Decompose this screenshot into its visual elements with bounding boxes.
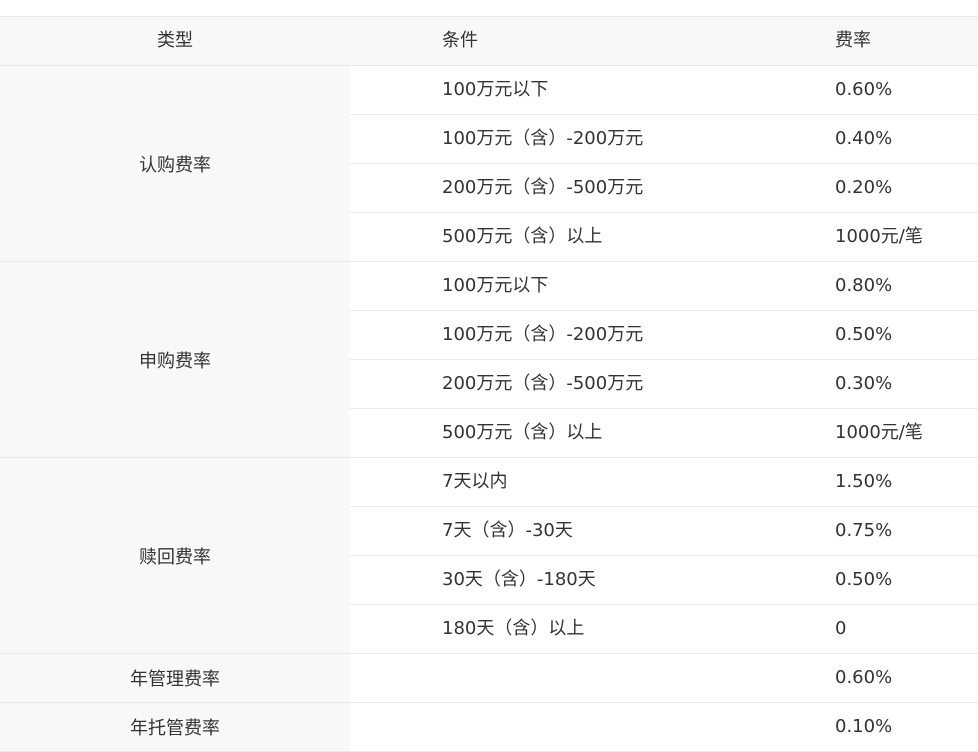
condition-cell: 180天（含）以上 (442, 618, 585, 639)
condition-cell: 7天（含）-30天 (442, 520, 573, 541)
table-row: 30天（含）-180天 0.50% (350, 556, 978, 605)
fee-group-purchase: 申购费率 100万元以下 0.80% 100万元（含）-200万元 0.50% … (0, 262, 978, 458)
table-row: 180天（含）以上 0 (350, 605, 978, 653)
header-type: 类型 (0, 17, 350, 65)
table-row: 500万元（含）以上 1000元/笔 (350, 409, 978, 457)
fee-group-custody: 年托管费率 0.10% (0, 703, 978, 752)
table-row: 7天以内 1.50% (350, 458, 978, 507)
condition-cell: 100万元（含）-200万元 (442, 128, 644, 149)
condition-cell: 500万元（含）以上 (442, 226, 603, 247)
rate-cell: 0.60% (835, 79, 893, 100)
rate-cell: 1000元/笔 (835, 422, 923, 443)
table-row: 0.10% (350, 703, 978, 751)
table-row: 100万元（含）-200万元 0.50% (350, 311, 978, 360)
rate-cell: 1000元/笔 (835, 226, 923, 247)
condition-cell: 7天以内 (442, 471, 508, 492)
rate-cell: 0.80% (835, 275, 893, 296)
table-row: 200万元（含）-500万元 0.20% (350, 164, 978, 213)
rate-cell: 0 (835, 618, 847, 639)
rate-cell: 0.75% (835, 520, 893, 541)
fee-group-redemption: 赎回费率 7天以内 1.50% 7天（含）-30天 0.75% 30天（含）-1… (0, 458, 978, 654)
condition-cell: 100万元以下 (442, 275, 549, 296)
fee-table: 类型 条件 费率 认购费率 100万元以下 0.60% 100万元（含）-200… (0, 16, 978, 752)
fee-group-subscription: 认购费率 100万元以下 0.60% 100万元（含）-200万元 0.40% … (0, 66, 978, 262)
condition-cell: 30天（含）-180天 (442, 569, 596, 590)
fee-type-label: 申购费率 (0, 262, 350, 457)
fee-group-management: 年管理费率 0.60% (0, 654, 978, 703)
header-condition: 条件 (442, 30, 478, 51)
condition-cell: 100万元（含）-200万元 (442, 324, 644, 345)
rate-cell: 0.10% (835, 716, 893, 737)
table-row: 200万元（含）-500万元 0.30% (350, 360, 978, 409)
fee-type-label: 年托管费率 (0, 703, 350, 751)
condition-cell: 200万元（含）-500万元 (442, 373, 644, 394)
rate-cell: 1.50% (835, 471, 893, 492)
rate-cell: 0.50% (835, 569, 893, 590)
table-row: 0.60% (350, 654, 978, 702)
fee-type-label: 认购费率 (0, 66, 350, 261)
table-row: 100万元以下 0.60% (350, 66, 978, 115)
table-header: 类型 条件 费率 (0, 17, 978, 66)
fee-type-label: 年管理费率 (0, 654, 350, 702)
rate-cell: 0.60% (835, 667, 893, 688)
fee-type-label: 赎回费率 (0, 458, 350, 653)
rate-cell: 0.20% (835, 177, 893, 198)
condition-cell: 500万元（含）以上 (442, 422, 603, 443)
table-row: 100万元以下 0.80% (350, 262, 978, 311)
condition-cell: 200万元（含）-500万元 (442, 177, 644, 198)
header-rate: 费率 (835, 30, 871, 51)
table-row: 7天（含）-30天 0.75% (350, 507, 978, 556)
table-row: 100万元（含）-200万元 0.40% (350, 115, 978, 164)
rate-cell: 0.30% (835, 373, 893, 394)
rate-cell: 0.40% (835, 128, 893, 149)
condition-cell: 100万元以下 (442, 79, 549, 100)
rate-cell: 0.50% (835, 324, 893, 345)
table-row: 500万元（含）以上 1000元/笔 (350, 213, 978, 261)
